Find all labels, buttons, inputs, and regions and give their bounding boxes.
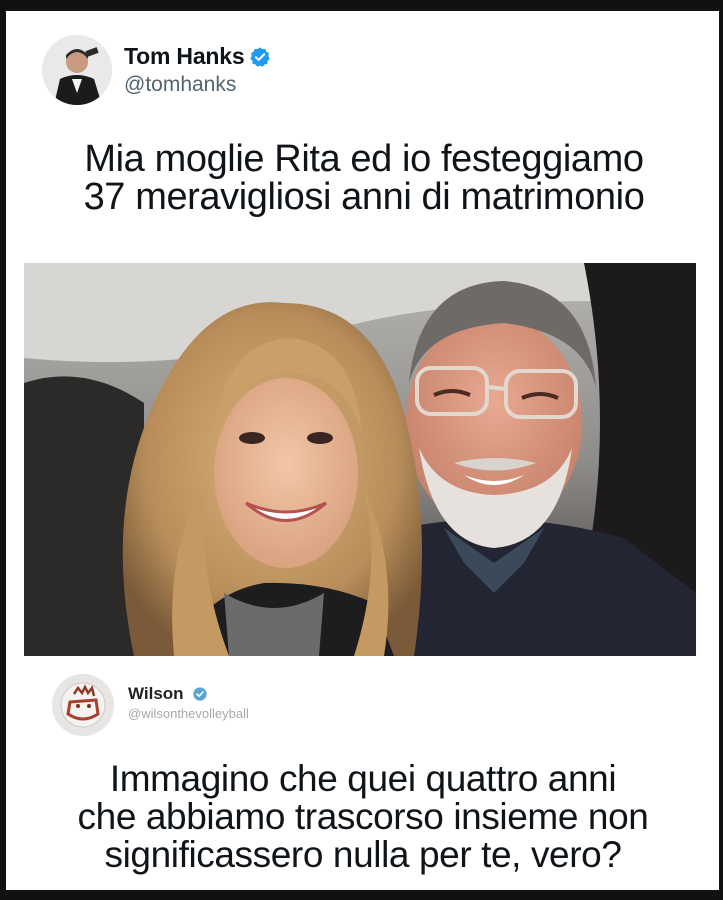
reply-author-name[interactable]: Wilson	[128, 684, 184, 704]
couple-selfie-photo-icon	[24, 263, 696, 656]
reply-text: Immagino che quei quattro anni che abbia…	[18, 760, 708, 874]
reply-text-line: significassero nulla per te, vero?	[104, 834, 622, 875]
reply-author-handle[interactable]: @wilsonthevolleyball	[128, 706, 249, 721]
person-avatar-icon	[42, 35, 112, 105]
avatar[interactable]	[52, 674, 114, 736]
reply-text-line: Immagino che quei quattro anni	[109, 758, 617, 799]
tweet-text-line: Mia moglie Rita ed io festeggiamo	[84, 138, 644, 180]
verified-badge-icon	[189, 686, 208, 702]
author-name[interactable]: Tom Hanks	[124, 43, 245, 70]
author-block: Tom Hanks @tomhanks	[124, 43, 271, 97]
reply-author-block: Wilson @wilsonthevolleyball	[128, 684, 249, 721]
reply-text-line: che abbiamo trascorso insieme non	[77, 796, 649, 837]
volleyball-avatar-icon	[52, 674, 114, 736]
tweet-header: Tom Hanks @tomhanks	[42, 30, 271, 110]
tweet-text-line: 37 meravigliosi anni di matrimonio	[83, 176, 645, 218]
reply-header: Wilson @wilsonthevolleyball	[52, 670, 249, 740]
tweet-photo[interactable]	[24, 263, 696, 656]
verified-badge-icon	[249, 46, 271, 68]
tweet-text: Mia moglie Rita ed io festeggiamo 37 mer…	[24, 140, 704, 216]
author-handle[interactable]: @tomhanks	[124, 73, 271, 97]
avatar[interactable]	[42, 35, 112, 105]
